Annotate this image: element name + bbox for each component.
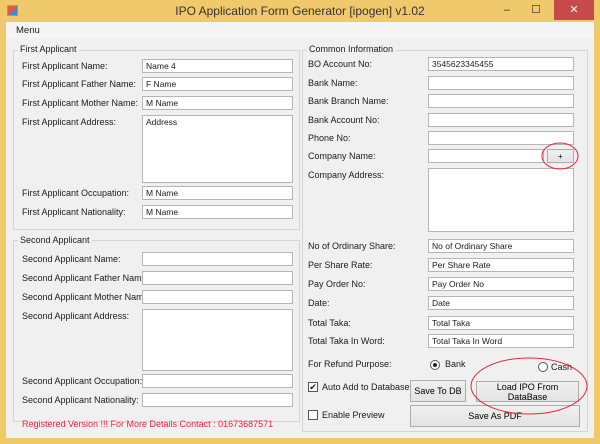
annotation-overlay [470,142,588,415]
annotation-ellipse-load-ipo [470,357,588,415]
annotation-ellipse-add-button [541,142,579,170]
